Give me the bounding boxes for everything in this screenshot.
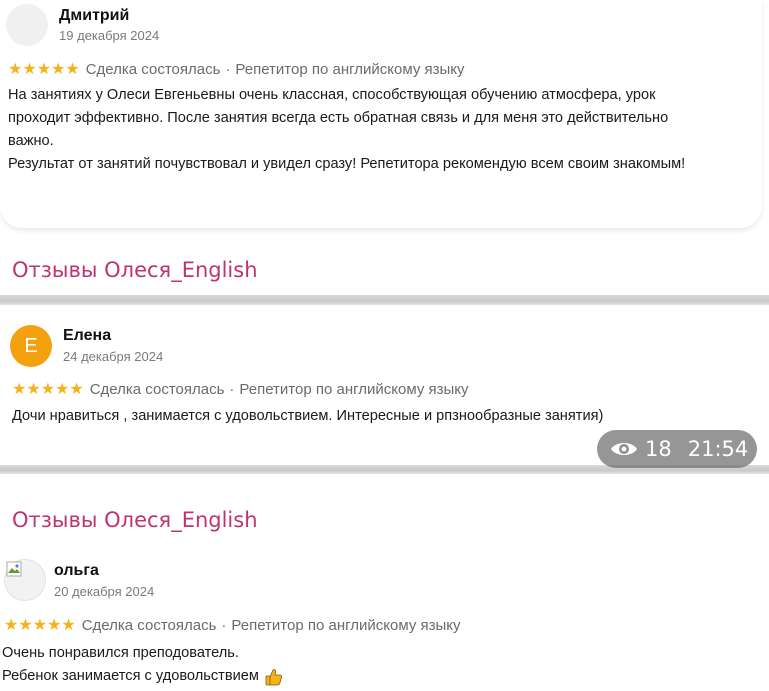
rating-stars-icon: ★★★★★ — [4, 617, 76, 634]
review-text-line: важно. — [8, 133, 54, 149]
review-text-line: Ребенок занимается с удовольствием — [2, 668, 259, 684]
review-date: 19 декабря 2024 — [59, 28, 160, 43]
thumbs-up-icon — [265, 668, 282, 685]
avatar: Е — [10, 325, 52, 367]
avatar-letter: Е — [24, 334, 38, 357]
post-info-badge: 18 21:54 — [597, 430, 757, 468]
avatar — [6, 4, 48, 46]
rating-stars-icon: ★★★★★ — [12, 381, 84, 398]
deal-status: Сделка состоялась — [89, 380, 225, 398]
section-title: Отзывы Олеся_English — [12, 508, 258, 532]
review-text: Дочи нравиться , занимается с удовольств… — [12, 405, 603, 428]
eye-icon — [611, 443, 637, 455]
review-meta: ★★★★★ Сделка состоялась · Репетитор по а… — [12, 379, 469, 399]
post-time: 21:54 — [687, 437, 749, 461]
review-card-olga: ольга 20 декабря 2024 ★★★★★ Сделка состо… — [0, 550, 769, 691]
review-date: 20 декабря 2024 — [54, 584, 155, 599]
review-meta: ★★★★★ Сделка состоялась · Репетитор по а… — [8, 59, 465, 79]
review-text: На занятиях у Олеси Евгеньевны очень кла… — [8, 84, 685, 176]
avatar — [4, 559, 46, 601]
review-text-line: На занятиях у Олеси Евгеньевны очень кла… — [8, 87, 656, 103]
meta-separator: · — [225, 60, 231, 78]
review-card-dmitry: Дмитрий 19 декабря 2024 ★★★★★ Сделка сос… — [0, 0, 762, 228]
views-count: 18 — [645, 437, 672, 461]
review-subject: Репетитор по английскому языку — [231, 616, 461, 634]
review-meta: ★★★★★ Сделка состоялась · Репетитор по а… — [4, 615, 461, 635]
review-author: Елена — [63, 327, 112, 344]
section-title: Отзывы Олеся_English — [12, 258, 258, 282]
review-author: Дмитрий — [59, 7, 130, 24]
deal-status: Сделка состоялась — [85, 60, 221, 78]
review-text-line-with-icon: Ребенок занимается с удовольствием — [2, 665, 283, 688]
image-border — [0, 295, 769, 305]
deal-status: Сделка состоялась — [81, 616, 217, 634]
meta-separator: · — [221, 616, 227, 634]
review-subject: Репетитор по английскому языку — [235, 60, 465, 78]
rating-stars-icon: ★★★★★ — [8, 61, 80, 78]
review-text-line: Очень понравился преподователь. — [2, 645, 239, 661]
review-date: 24 декабря 2024 — [63, 349, 164, 364]
meta-separator: · — [229, 380, 235, 398]
review-text-line: проходит эффективно. После занятия всегд… — [8, 110, 669, 126]
review-text: Очень понравился преподователь. Ребенок … — [2, 642, 283, 688]
review-text-line: Результат от занятий почувствовал и увид… — [8, 156, 686, 172]
broken-image-icon — [6, 561, 22, 577]
review-text-line: Дочи нравиться , занимается с удовольств… — [12, 408, 604, 424]
review-author: ольга — [54, 562, 99, 579]
review-subject: Репетитор по английскому языку — [239, 380, 469, 398]
